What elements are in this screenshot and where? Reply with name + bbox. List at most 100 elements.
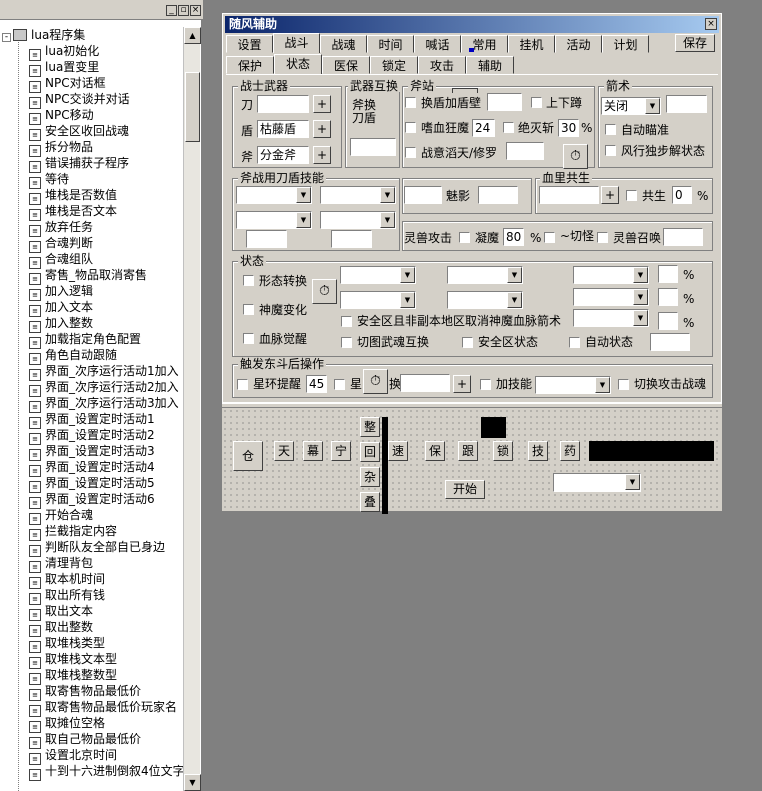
status-select-5[interactable]: ▼: [447, 291, 523, 309]
tree-item[interactable]: ≡ 角色自动跟随: [29, 347, 117, 365]
tree-item[interactable]: ≡ 界面_设置定时活动5: [29, 475, 155, 493]
axe-skill-select-1[interactable]: ▼: [236, 186, 312, 204]
scroll-down-icon[interactable]: ▼: [184, 774, 201, 791]
status-input-1[interactable]: [658, 265, 678, 283]
tree-item[interactable]: ≡ 清理背包: [29, 555, 93, 573]
tree-item[interactable]: ≡ 取堆栈类型: [29, 635, 105, 653]
beast-summon-checkbox[interactable]: [597, 232, 608, 243]
close-icon[interactable]: ×: [190, 5, 201, 16]
switch-attack-checkbox[interactable]: [618, 379, 629, 390]
scroll-thumb[interactable]: [185, 72, 200, 142]
tab-activity[interactable]: 活动: [555, 35, 602, 53]
status-select-3[interactable]: ▼: [573, 266, 649, 284]
tab-attack[interactable]: 攻击: [418, 56, 466, 74]
tree-item[interactable]: ≡ 取自己物品最低价: [29, 731, 141, 749]
star-switch-checkbox[interactable]: [334, 379, 345, 390]
window-close-button[interactable]: ×: [705, 18, 717, 30]
bloodlust-checkbox[interactable]: [405, 122, 416, 133]
tree-scrollbar[interactable]: ▲ ▼: [183, 27, 201, 791]
shield-add-button[interactable]: +: [313, 120, 331, 138]
symbiosis-value[interactable]: 0: [672, 186, 692, 204]
war-intent-checkbox[interactable]: [405, 147, 416, 158]
status-select-2[interactable]: ▼: [447, 266, 523, 284]
medicine-button[interactable]: 药: [560, 441, 580, 461]
tree-item[interactable]: ≡ 取本机时间: [29, 571, 105, 589]
tree-item[interactable]: ≡ 合魂组队: [29, 251, 93, 269]
tree-item[interactable]: ≡ NPC交谈并对话: [29, 91, 130, 109]
safe-cancel-checkbox[interactable]: [341, 316, 352, 327]
tree-item[interactable]: ≡ 取出所有钱: [29, 587, 105, 605]
warehouse-button[interactable]: 仓: [233, 441, 263, 471]
auto-aim-checkbox[interactable]: [605, 124, 616, 135]
lock-button[interactable]: 锁: [493, 441, 513, 461]
swap-input-2[interactable]: [400, 374, 450, 392]
stack-button[interactable]: 叠: [360, 492, 380, 512]
tree-item[interactable]: ≡ 界面_设置定时活动6: [29, 491, 155, 509]
tree-item[interactable]: ≡ 界面_次序运行活动1加入: [29, 363, 179, 381]
tian-button[interactable]: 天: [274, 441, 294, 461]
chevron-down-icon[interactable]: ▼: [296, 187, 311, 203]
annihilate-checkbox[interactable]: [503, 122, 514, 133]
tree-item[interactable]: ≡ 取堆栈整数型: [29, 667, 117, 685]
war-intent-input[interactable]: [506, 142, 544, 160]
chevron-down-icon[interactable]: ▼: [633, 267, 648, 283]
tree-item[interactable]: ≡ 堆栈是否文本: [29, 203, 117, 221]
axe-skill-select-3[interactable]: ▼: [236, 211, 312, 229]
tree-item[interactable]: ≡ NPC对话框: [29, 75, 106, 93]
demon-change-checkbox[interactable]: [243, 304, 254, 315]
tree-item[interactable]: ≡ 界面_设置定时活动4: [29, 459, 155, 477]
squat-checkbox[interactable]: [531, 97, 542, 108]
ning-mo-checkbox[interactable]: [459, 232, 470, 243]
tree-item[interactable]: ≡ 加载指定角色配置: [29, 331, 141, 349]
archery-mode-select[interactable]: 关闭 ▼: [601, 97, 661, 115]
chevron-down-icon[interactable]: ▼: [380, 212, 395, 228]
tree-item[interactable]: ≡ 界面_设置定时活动2: [29, 427, 155, 445]
tree-item[interactable]: ≡ 等待: [29, 171, 69, 189]
tree-item[interactable]: ≡ 拦截指定内容: [29, 523, 117, 541]
tree-item[interactable]: ≡ 取寄售物品最低价玩家名: [29, 699, 177, 717]
chevron-down-icon[interactable]: ▼: [625, 474, 640, 490]
status-input-3[interactable]: [658, 312, 678, 330]
swap-input[interactable]: [350, 138, 396, 156]
restore-icon[interactable]: ▫: [178, 5, 189, 16]
chevron-down-icon[interactable]: ▼: [507, 267, 522, 283]
auto-status-input[interactable]: [650, 333, 690, 351]
add-skill-checkbox[interactable]: [480, 379, 491, 390]
form-switch-checkbox[interactable]: [243, 275, 254, 286]
scroll-up-icon[interactable]: ▲: [184, 27, 201, 44]
chevron-down-icon[interactable]: ▼: [645, 98, 660, 114]
tree-item[interactable]: ≡ 加入文本: [29, 299, 93, 317]
blood-share-add-button[interactable]: +: [601, 186, 619, 204]
safe-status-checkbox[interactable]: [462, 337, 473, 348]
status-select-7[interactable]: ▼: [573, 309, 649, 327]
tree-item[interactable]: ≡ 拆分物品: [29, 139, 93, 157]
save-button[interactable]: 保存: [675, 34, 715, 52]
axe-add-button[interactable]: +: [313, 146, 331, 164]
tree-item[interactable]: ≡ 十到十六进制倒叙4位文字: [29, 763, 183, 781]
tab-settings[interactable]: 设置: [226, 35, 273, 53]
minimize-icon[interactable]: _: [166, 5, 177, 16]
chevron-down-icon[interactable]: ▼: [595, 377, 610, 393]
tree-item[interactable]: ≡ 错误捕获子程序: [29, 155, 129, 173]
tree-item[interactable]: ≡ 取出文本: [29, 603, 93, 621]
tree-item[interactable]: ≡ 加入逻辑: [29, 283, 93, 301]
skill-button[interactable]: 技: [528, 441, 548, 461]
tab-protect[interactable]: 保护: [226, 56, 274, 74]
tab-plan[interactable]: 计划: [602, 35, 649, 53]
mu-button[interactable]: 幕: [303, 441, 323, 461]
archery-input[interactable]: [666, 95, 707, 113]
tree-item[interactable]: ≡ 取出整数: [29, 619, 93, 637]
chevron-down-icon[interactable]: ▼: [633, 310, 648, 326]
beast-summon-input[interactable]: [663, 228, 703, 246]
ning-button[interactable]: 宁: [331, 441, 351, 461]
tree-item[interactable]: ≡ lua初始化: [29, 43, 99, 61]
wind-walk-checkbox[interactable]: [605, 145, 616, 156]
protect-button[interactable]: 保: [425, 441, 445, 461]
tree-item[interactable]: ≡ 界面_设置定时活动3: [29, 443, 155, 461]
tab-hangup[interactable]: 挂机: [508, 35, 555, 53]
tree-item[interactable]: ≡ 取寄售物品最低价: [29, 683, 141, 701]
tab-lock[interactable]: 锁定: [370, 56, 418, 74]
tab-status[interactable]: 状态: [274, 54, 322, 74]
trigger-add-button[interactable]: +: [453, 375, 471, 393]
symbiosis-checkbox[interactable]: [626, 190, 637, 201]
